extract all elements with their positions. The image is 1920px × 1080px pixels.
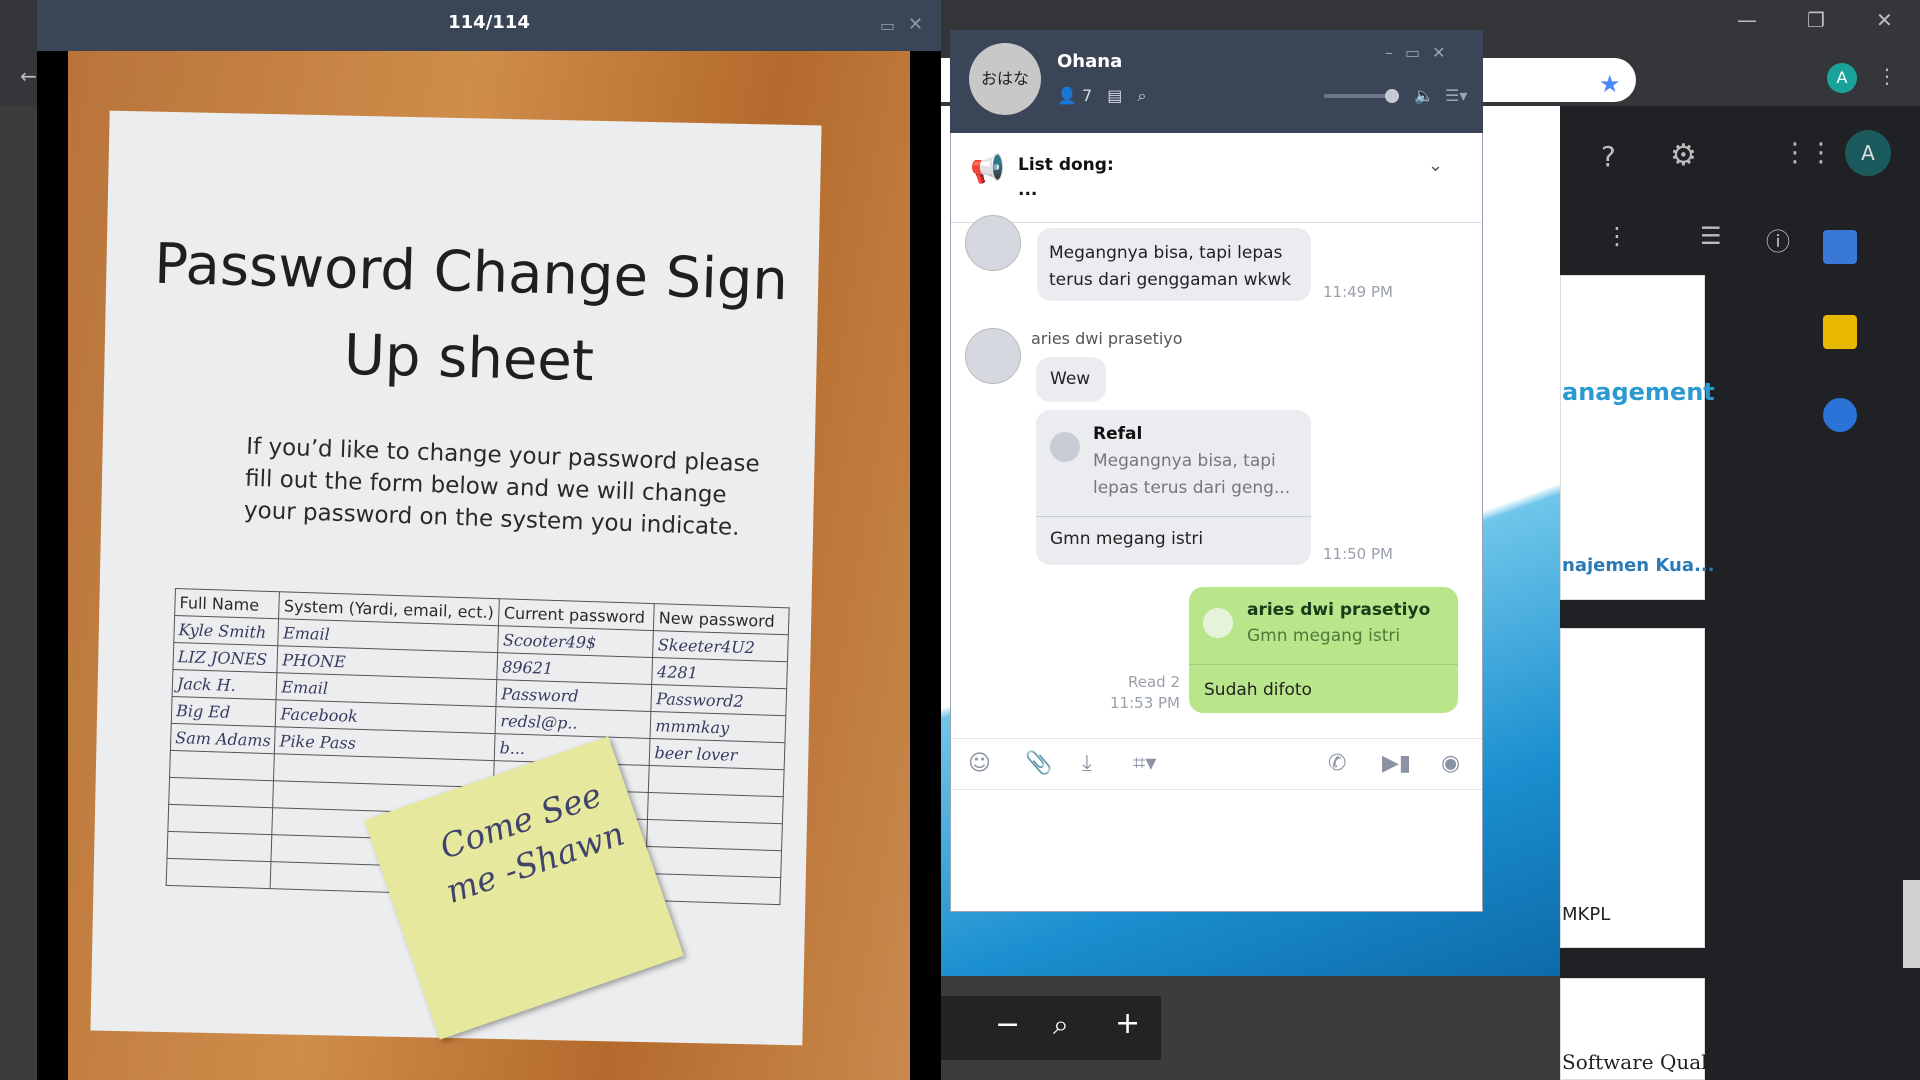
help-icon[interactable]: ? xyxy=(1601,140,1616,173)
window-close-icon[interactable]: ✕ xyxy=(1876,8,1893,32)
photo-sheet-title: Password Change Sign Up sheet xyxy=(153,231,789,395)
card-bottom-text: Software Qualit xyxy=(1562,1050,1723,1074)
bookmark-star-icon[interactable]: ★ xyxy=(1599,70,1621,98)
window-restore-icon[interactable]: ❐ xyxy=(1807,8,1825,32)
chat-menu-icon[interactable]: ☰▾ xyxy=(1445,86,1467,105)
notes-icon[interactable]: ▤ xyxy=(1107,86,1122,105)
scrollbar-thumb[interactable] xyxy=(1903,880,1920,968)
message-time: 11:49 PM xyxy=(1323,283,1393,301)
message-time: 11:50 PM xyxy=(1323,545,1393,563)
zoom-magnifier-icon[interactable]: ⌕ xyxy=(1053,1008,1069,1042)
file-card-document[interactable] xyxy=(1560,628,1705,948)
table-cell: 4281 xyxy=(652,657,788,689)
table-cell: Kyle Smith xyxy=(173,615,280,646)
quoted-avatar xyxy=(1203,608,1233,638)
card-link[interactable]: najemen Kua... xyxy=(1562,555,1715,576)
info-icon[interactable]: ⓘ xyxy=(1766,222,1790,257)
column-header: New password xyxy=(653,603,790,635)
column-header: Full Name xyxy=(174,588,280,619)
zoom-out-button[interactable]: − xyxy=(995,1007,1020,1042)
calendar-icon[interactable] xyxy=(1823,230,1857,264)
chevron-down-icon[interactable]: ⌄ xyxy=(1428,155,1443,176)
table-cell: Big Ed xyxy=(171,696,277,727)
back-arrow-icon[interactable]: ← xyxy=(20,64,37,88)
message-bubble[interactable]: Megangnya bisa, tapi lepas terus dari ge… xyxy=(1037,228,1311,301)
avatar[interactable] xyxy=(965,215,1021,271)
photo-sheet-instructions: If you’d like to change your password pl… xyxy=(243,433,761,541)
reply-text: Gmn megang istri xyxy=(1050,529,1204,549)
chat-minimize-icon[interactable]: – xyxy=(1385,43,1405,62)
quote-divider xyxy=(1036,516,1311,517)
account-avatar[interactable]: A xyxy=(1845,130,1891,176)
read-receipt: Read 2 11:53 PM xyxy=(1108,672,1180,714)
quote-divider xyxy=(1189,664,1458,665)
card-heading: anagement xyxy=(1562,378,1715,406)
table-cell: mmmkay xyxy=(650,711,786,743)
apps-grid-icon[interactable]: ⋮⋮ xyxy=(1782,138,1834,168)
announcement-bar[interactable] xyxy=(951,134,1482,223)
quoted-text: Gmn megang istri xyxy=(1247,626,1401,646)
quoted-avatar xyxy=(1050,432,1080,462)
settings-gear-icon[interactable]: ⚙ xyxy=(1670,138,1697,173)
message-bubble[interactable]: Wew xyxy=(1036,357,1106,402)
chat-header-icons: 👤 7 ▤ ⌕ xyxy=(1057,86,1146,106)
table-cell: beer lover xyxy=(649,738,785,770)
speaker-icon[interactable]: 🔈 xyxy=(1414,86,1434,105)
viewer-maximize-icon[interactable]: ▭ xyxy=(880,16,895,35)
video-call-icon[interactable]: ▶▮ xyxy=(1382,751,1411,776)
avatar[interactable] xyxy=(965,328,1021,384)
megaphone-icon: 📢 xyxy=(970,152,1005,185)
chat-maximize-icon[interactable]: ▭ xyxy=(1405,43,1432,62)
group-avatar[interactable]: おはな xyxy=(969,43,1041,115)
reply-text: Sudah difoto xyxy=(1204,680,1312,700)
announcement-body: ... xyxy=(1018,180,1038,200)
window-minimize-icon[interactable]: — xyxy=(1737,8,1757,32)
zoom-in-button[interactable]: + xyxy=(1115,1006,1140,1041)
tasks-icon[interactable] xyxy=(1823,398,1857,432)
announcement-title: List dong: xyxy=(1018,155,1114,175)
chat-window-controls: –▭✕ xyxy=(1385,43,1458,62)
quoted-sender: Refal xyxy=(1093,424,1143,444)
table-cell: Password2 xyxy=(651,684,787,716)
list-view-icon[interactable]: ☰ xyxy=(1700,222,1722,250)
voice-call-icon[interactable]: ✆ xyxy=(1328,751,1346,776)
table-cell: Skeeter4U2 xyxy=(653,630,789,662)
viewer-close-icon[interactable]: ✕ xyxy=(908,14,923,35)
read-count: Read 2 xyxy=(1127,673,1180,691)
photo-counter: 114/114 xyxy=(448,12,530,33)
table-cell: Sam Adams xyxy=(170,723,276,754)
quoted-text: Megangnya bisa, tapi lepas terus dari ge… xyxy=(1093,451,1291,498)
table-cell: LIZ JONES xyxy=(172,642,279,673)
member-count[interactable]: 7 xyxy=(1082,86,1092,105)
file-card-preview[interactable] xyxy=(1560,275,1705,600)
live-broadcast-icon[interactable]: ◉ xyxy=(1441,751,1460,776)
group-name: Ohana xyxy=(1057,51,1123,72)
more-options-icon[interactable]: ⋮ xyxy=(1605,222,1629,250)
chat-close-icon[interactable]: ✕ xyxy=(1432,43,1457,62)
volume-slider-knob[interactable] xyxy=(1385,89,1399,103)
attach-file-icon[interactable]: 📎 xyxy=(1025,751,1052,776)
table-cell: Jack H. xyxy=(172,669,278,700)
message-input[interactable] xyxy=(951,790,1482,911)
emoji-icon[interactable]: ☺ xyxy=(968,751,991,776)
save-download-icon[interactable]: ⤓ xyxy=(1082,751,1092,776)
keep-icon[interactable] xyxy=(1823,315,1857,349)
message-time: 11:53 PM xyxy=(1110,694,1180,712)
card-label: MKPL xyxy=(1562,904,1611,925)
members-icon[interactable]: 👤 xyxy=(1057,86,1077,105)
browser-menu-icon[interactable]: ⋮ xyxy=(1877,64,1897,88)
profile-avatar[interactable]: A xyxy=(1827,63,1857,93)
screenshot-crop-icon[interactable]: ⌗▾ xyxy=(1133,751,1156,776)
quoted-sender: aries dwi prasetiyo xyxy=(1247,600,1431,620)
search-icon[interactable]: ⌕ xyxy=(1138,86,1147,105)
sender-name: aries dwi prasetiyo xyxy=(1031,329,1183,348)
